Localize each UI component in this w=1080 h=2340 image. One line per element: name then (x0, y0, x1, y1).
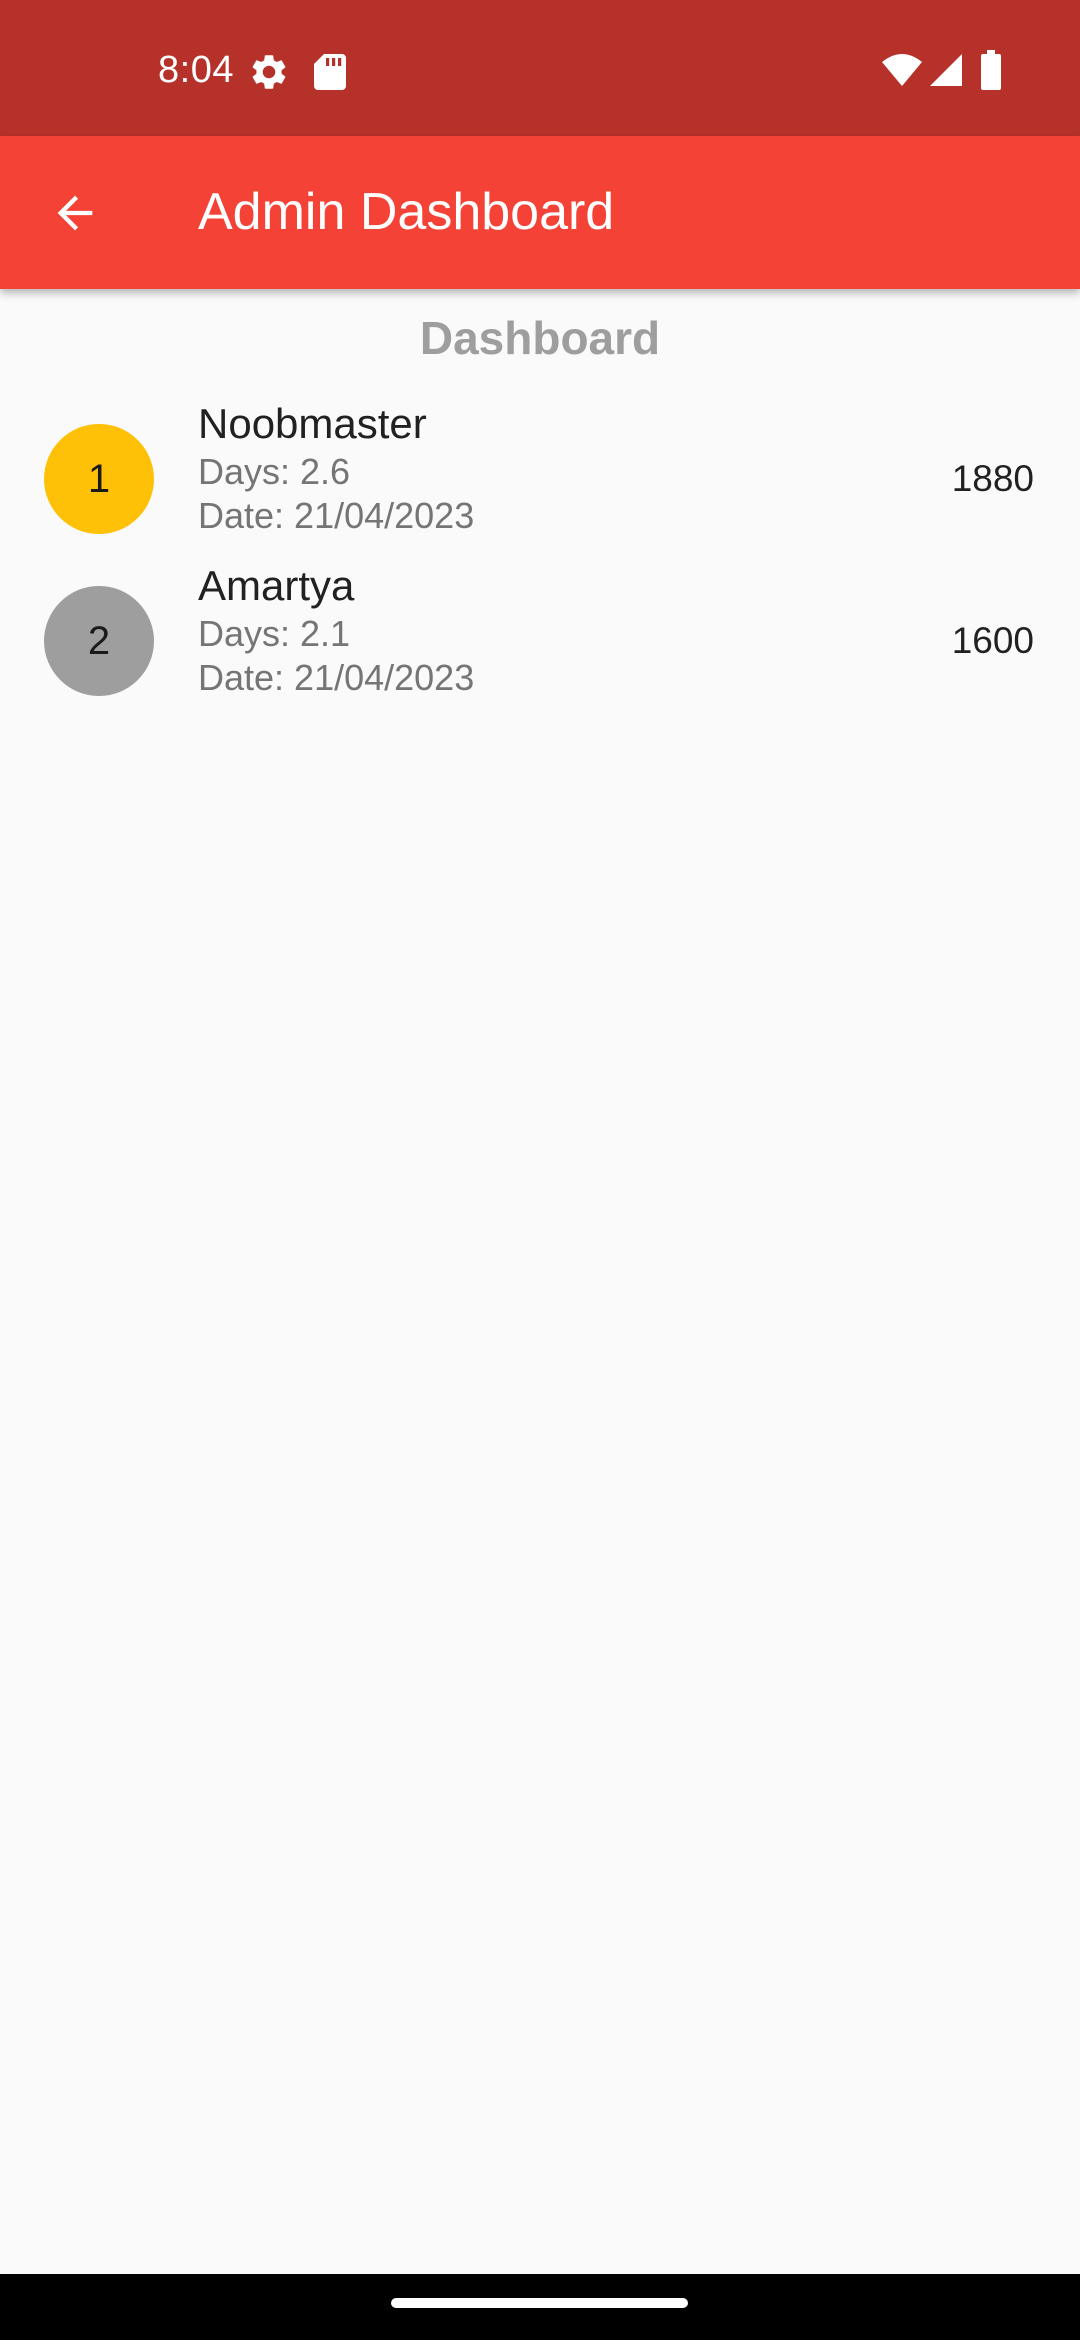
user-date: Date: 21/04/2023 (198, 495, 475, 536)
list-item[interactable]: 2 Amartya Days: 2.1 Date: 21/04/2023 160… (0, 560, 1080, 722)
home-gesture-handle[interactable] (391, 2298, 688, 2308)
back-button[interactable] (30, 168, 120, 258)
rank-number: 2 (87, 618, 111, 663)
user-score: 1880 (951, 458, 1034, 499)
status-time: 8:04 (158, 49, 234, 91)
user-days: Days: 2.1 (198, 613, 351, 654)
user-days: Days: 2.6 (198, 451, 351, 492)
signal-icon (930, 54, 962, 86)
status-bar: 8:04 (0, 0, 1080, 136)
navigation-bar (0, 2274, 1080, 2340)
sd-card-icon (314, 54, 346, 90)
wifi-icon (882, 54, 922, 86)
arrow-back-icon (57, 195, 93, 231)
user-score: 1600 (951, 620, 1034, 661)
settings-gear-icon (252, 55, 286, 89)
app-bar: Admin Dashboard (0, 136, 1080, 289)
rank-number: 1 (87, 456, 111, 501)
rank-avatar: 2 (44, 586, 154, 696)
user-name: Amartya (198, 562, 355, 609)
rank-avatar: 1 (44, 424, 154, 534)
user-name: Noobmaster (198, 400, 427, 447)
section-title: Dashboard (419, 312, 661, 364)
battery-icon (981, 50, 1001, 90)
user-date: Date: 21/04/2023 (198, 657, 475, 698)
list-item[interactable]: 1 Noobmaster Days: 2.6 Date: 21/04/2023 … (0, 398, 1080, 560)
page-title: Admin Dashboard (198, 183, 615, 241)
